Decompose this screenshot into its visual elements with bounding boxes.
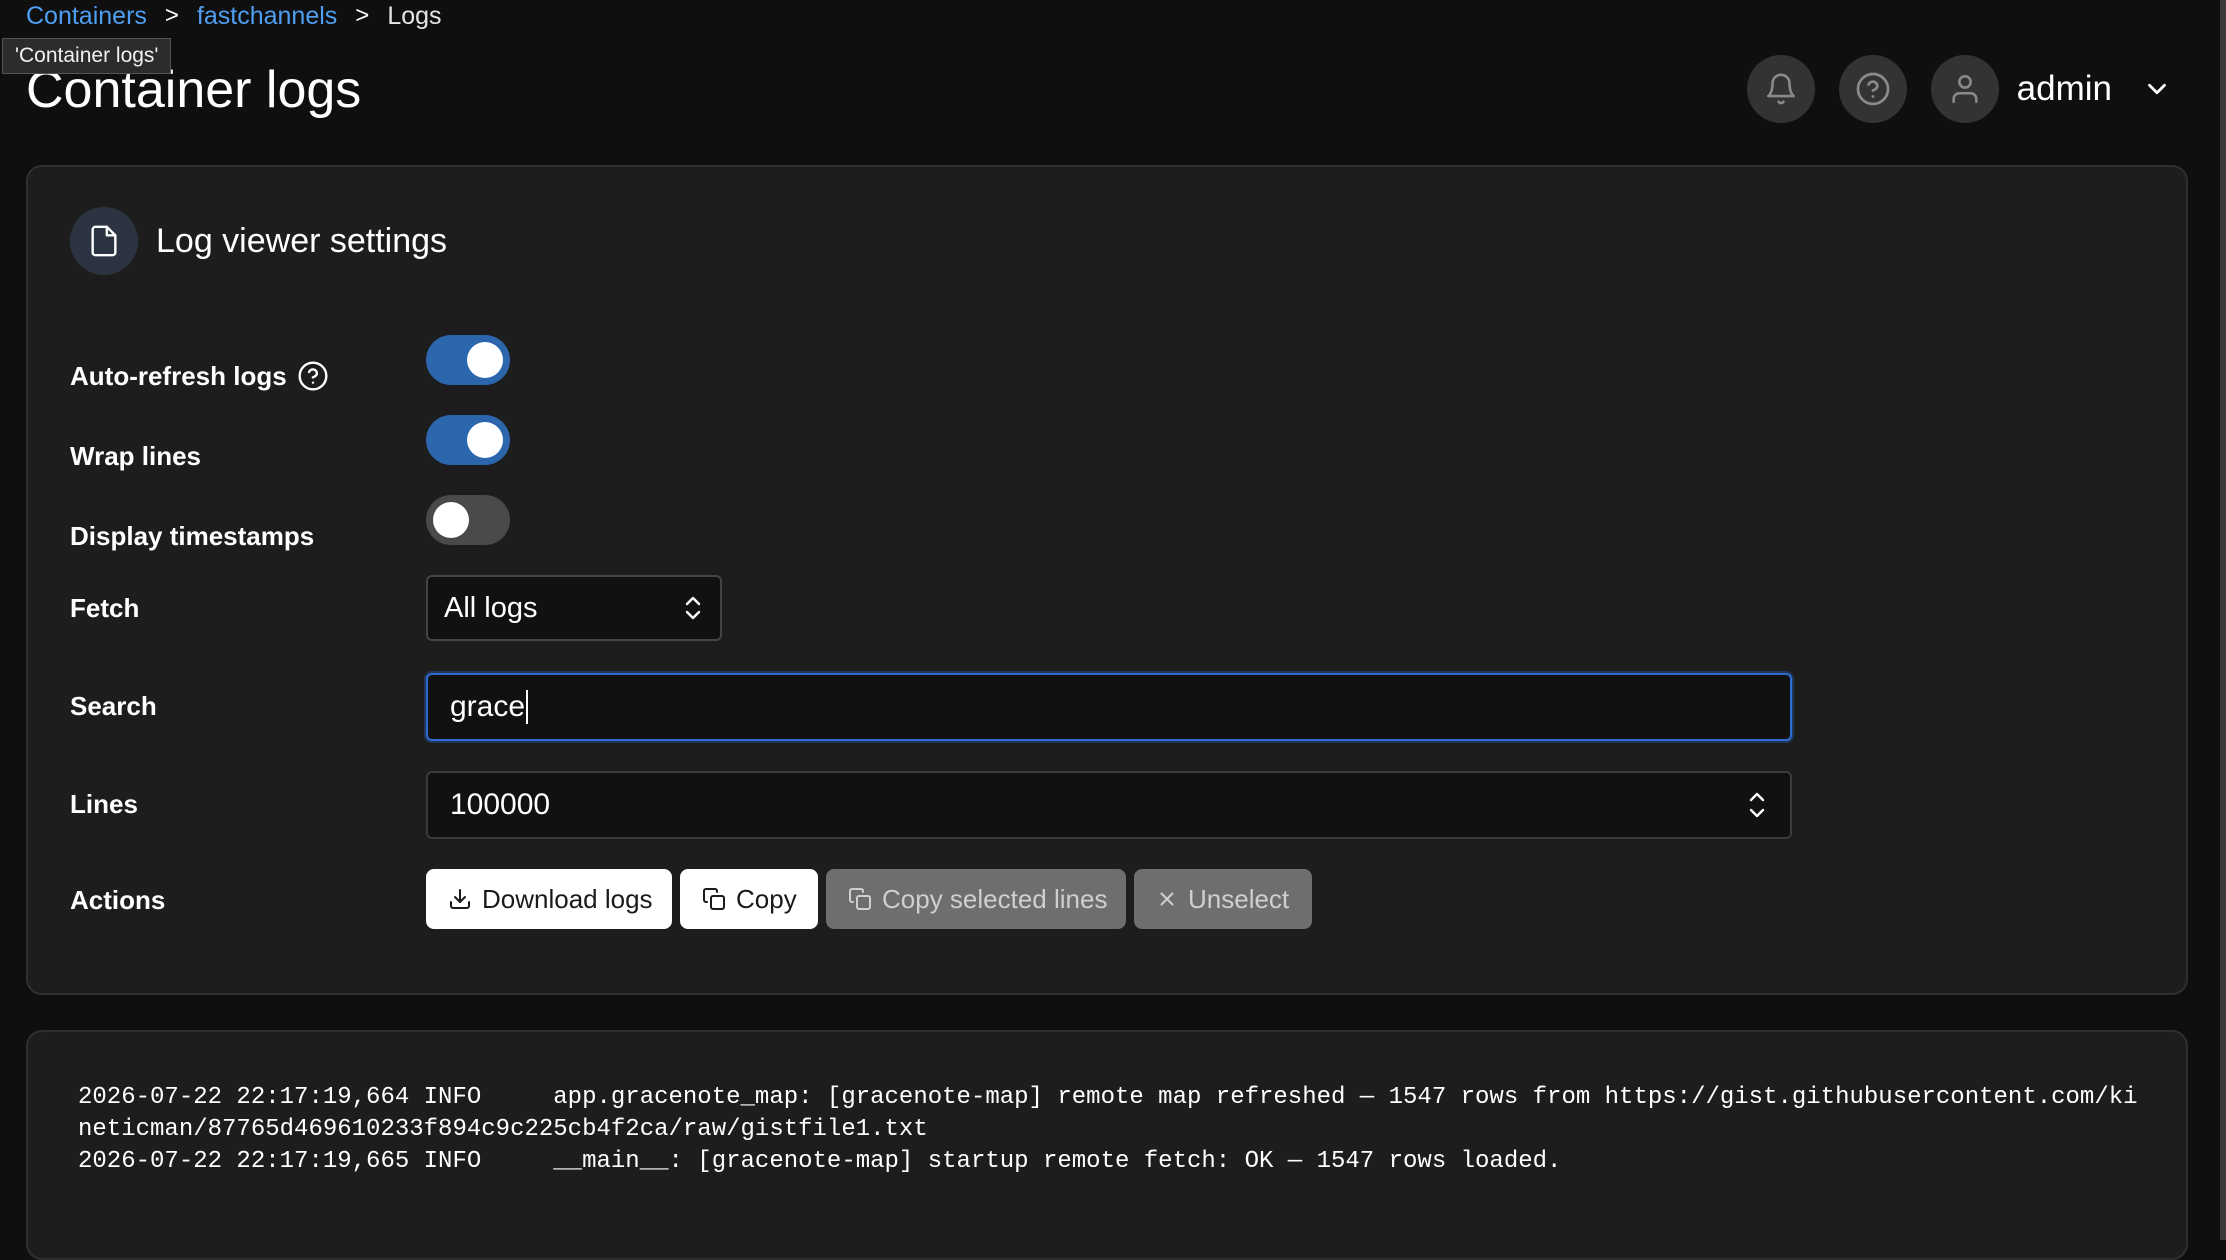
toggle-knob bbox=[433, 502, 469, 538]
wrap-lines-toggle[interactable] bbox=[426, 415, 510, 465]
breadcrumb-current: Logs bbox=[387, 1, 442, 30]
help-circle-icon bbox=[298, 361, 328, 391]
breadcrumb-separator: > bbox=[164, 2, 179, 29]
file-icon bbox=[91, 225, 117, 257]
auto-refresh-help[interactable] bbox=[297, 360, 329, 392]
copy-icon bbox=[702, 887, 726, 911]
text-caret bbox=[526, 690, 529, 724]
actions-label: Actions bbox=[70, 884, 166, 915]
copy-icon bbox=[848, 887, 872, 911]
lines-input[interactable]: 100000 bbox=[426, 771, 1792, 839]
unselect-label: Unselect bbox=[1188, 883, 1290, 914]
log-output-panel: 2026-07-22 22:17:19,664 INFO app.graceno… bbox=[26, 1030, 2188, 1260]
copy-label: Copy bbox=[736, 883, 797, 914]
page-scrollbar[interactable] bbox=[2220, 0, 2226, 1240]
lines-input-value: 100000 bbox=[450, 788, 551, 821]
search-input[interactable]: grace bbox=[426, 673, 1792, 741]
download-logs-label: Download logs bbox=[482, 883, 653, 914]
notifications-button[interactable] bbox=[1746, 55, 1815, 123]
log-line[interactable]: 2026-07-22 22:17:19,664 INFO app.graceno… bbox=[78, 1082, 2138, 1146]
breadcrumb-containers-link[interactable]: Containers bbox=[26, 2, 147, 31]
toggle-knob bbox=[467, 422, 503, 458]
download-icon bbox=[448, 887, 472, 911]
fetch-select[interactable]: All logs bbox=[426, 575, 722, 641]
log-line[interactable]: 2026-07-22 22:17:19,665 INFO __main__: [… bbox=[78, 1146, 2138, 1178]
display-timestamps-toggle[interactable] bbox=[426, 495, 510, 545]
header-actions: admin bbox=[1746, 55, 2172, 123]
chevron-down-icon bbox=[2148, 83, 2166, 95]
settings-badge bbox=[70, 207, 138, 275]
panel-header: Log viewer settings bbox=[70, 207, 447, 275]
help-button[interactable] bbox=[1838, 55, 1907, 123]
auto-refresh-label-text: Auto-refresh logs bbox=[70, 360, 287, 391]
search-label: Search bbox=[70, 690, 157, 721]
auto-refresh-toggle[interactable] bbox=[426, 335, 510, 385]
log-lines: 2026-07-22 22:17:19,664 INFO app.graceno… bbox=[78, 1082, 2138, 1178]
log-viewer-settings-panel: Log viewer settings Auto-refresh logs Wr… bbox=[26, 165, 2188, 995]
display-timestamps-label: Display timestamps bbox=[70, 520, 315, 551]
panel-title: Log viewer settings bbox=[156, 221, 448, 260]
help-circle-icon bbox=[1856, 72, 1890, 106]
wrap-lines-label: Wrap lines bbox=[70, 440, 202, 471]
copy-selected-lines-button[interactable]: Copy selected lines bbox=[826, 869, 1126, 929]
toggle-knob bbox=[467, 342, 503, 378]
number-stepper-icon[interactable] bbox=[1746, 788, 1768, 822]
auto-refresh-label: Auto-refresh logs bbox=[70, 359, 329, 393]
lines-label: Lines bbox=[70, 788, 138, 819]
user-avatar[interactable] bbox=[1930, 55, 1999, 123]
close-icon bbox=[1156, 888, 1178, 910]
bell-icon bbox=[1766, 73, 1795, 105]
title-tooltip: 'Container logs' bbox=[2, 38, 172, 74]
copy-button[interactable]: Copy bbox=[680, 869, 818, 929]
user-menu-toggle[interactable] bbox=[2142, 74, 2172, 104]
search-input-value: grace bbox=[450, 690, 526, 723]
fetch-select-value: All logs bbox=[444, 591, 538, 624]
breadcrumb-container-link[interactable]: fastchannels bbox=[197, 2, 337, 31]
username[interactable]: admin bbox=[2017, 69, 2112, 109]
unselect-button[interactable]: Unselect bbox=[1134, 869, 1312, 929]
user-icon bbox=[1952, 74, 1978, 104]
fetch-label: Fetch bbox=[70, 592, 140, 623]
select-arrows-icon bbox=[682, 593, 704, 623]
copy-selected-lines-label: Copy selected lines bbox=[882, 883, 1108, 914]
download-logs-button[interactable]: Download logs bbox=[426, 869, 672, 929]
breadcrumb-separator: > bbox=[355, 2, 370, 29]
breadcrumb: Containers > fastchannels > Logs bbox=[26, 0, 442, 32]
